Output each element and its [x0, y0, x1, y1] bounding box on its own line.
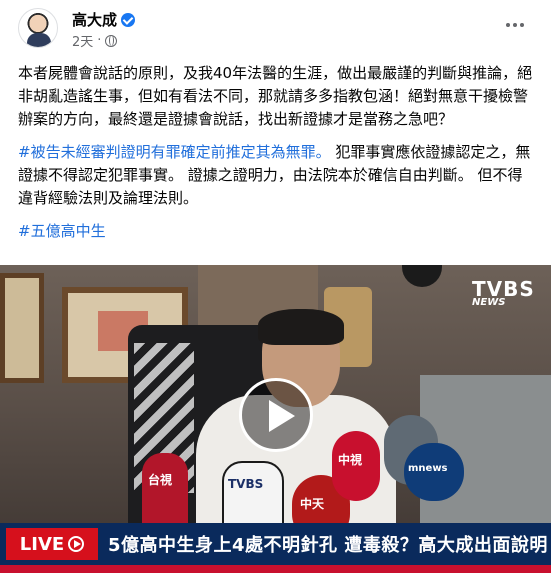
avatar[interactable] — [18, 8, 58, 48]
ticker-headline: 5億高中生身上4處不明針孔 遭毒殺？高大成出面說明 — [108, 535, 548, 556]
microphone: mnews — [404, 443, 464, 501]
mic-label: mnews — [408, 463, 448, 474]
more-options-button[interactable] — [497, 10, 533, 40]
post-paragraph-3: #五億高中生 — [18, 220, 533, 243]
more-dot-icon — [520, 23, 524, 27]
news-ticker: LIVE 5億高中生身上4處不明針孔 遭毒殺？高大成出面說明 — [0, 523, 551, 565]
globe-icon[interactable] — [105, 34, 118, 47]
mic-label: 台視 — [148, 473, 173, 487]
post-time[interactable]: 2天 — [72, 31, 93, 50]
microphone — [222, 461, 284, 531]
verified-badge-icon — [121, 12, 136, 27]
hashtag-link[interactable]: #五億高中生 — [18, 222, 106, 240]
more-dot-icon — [506, 23, 510, 27]
mic-label: 中天 — [300, 497, 325, 511]
ticker-accent-bar — [0, 565, 551, 573]
mic-label: TVBS — [228, 477, 264, 491]
post-paragraph-2: #被告未經審判證明有罪確定前推定其為無罪。 犯罪事實應依證據認定之，無證據不得認… — [18, 141, 533, 210]
author-row: 高大成 — [72, 9, 136, 30]
post-meta: 2天 · — [72, 31, 118, 50]
live-label: LIVE — [19, 533, 65, 555]
post-body: 本者屍體會說話的原則，及我40年法醫的生涯，做出最嚴謹的判斷與推論，絕非胡亂造謠… — [18, 62, 533, 253]
channel-logo: TVBS NEWS — [472, 277, 544, 317]
author-name[interactable]: 高大成 — [72, 9, 117, 30]
play-icon[interactable] — [239, 378, 313, 452]
more-dot-icon — [513, 23, 517, 27]
wall-frame — [0, 273, 44, 383]
post-paragraph-1: 本者屍體會說話的原則，及我40年法醫的生涯，做出最嚴謹的判斷與推論，絕非胡亂造謠… — [18, 64, 533, 128]
live-play-icon — [68, 536, 85, 552]
microphone: 中視 — [332, 431, 380, 501]
video-player[interactable]: 台視 TVBS 中天 中視 mnews TVBS NEWS LIVE 5億高中生… — [0, 265, 551, 573]
live-badge: LIVE — [6, 528, 98, 560]
hashtag-link[interactable]: #被告未經審判證明有罪確定前推定其為無罪。 — [18, 143, 331, 161]
mic-label: 中視 — [338, 453, 363, 467]
post-header: 高大成 2天 · — [18, 8, 533, 52]
